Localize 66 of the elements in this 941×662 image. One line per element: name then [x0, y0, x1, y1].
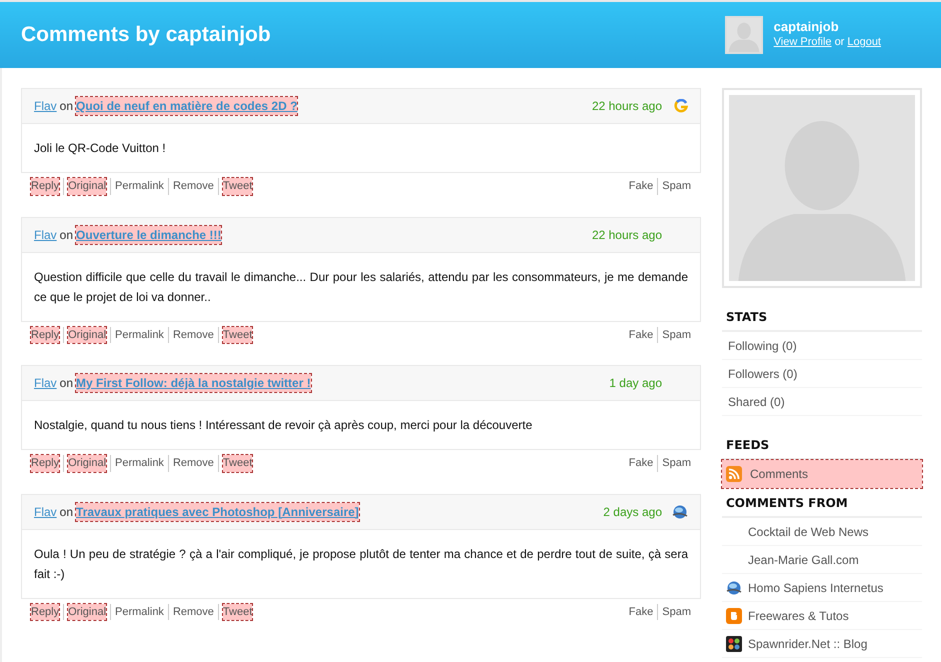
globe-icon	[726, 580, 742, 596]
source-name: Freewares & Tutos	[748, 608, 849, 624]
action-link[interactable]: Tweet	[222, 326, 252, 343]
action-link[interactable]: Reply	[31, 455, 60, 472]
g-logo-icon	[674, 99, 688, 113]
feed-link[interactable]: Comments	[722, 460, 922, 488]
section-heading: COMMENTS FROM	[722, 494, 922, 518]
flag-link[interactable]: Fake	[628, 604, 654, 620]
action-link[interactable]: Remove	[172, 178, 214, 194]
action-link[interactable]: Tweet	[222, 455, 252, 472]
flag-link[interactable]: Fake	[628, 455, 654, 472]
blogger-logo-icon	[726, 608, 742, 624]
action-link[interactable]: Original	[68, 326, 106, 343]
source-link[interactable]: Homo Sapiens Internetus	[722, 574, 922, 602]
source-name: Homo Sapiens Internetus	[748, 580, 884, 596]
flag-link[interactable]: Fake	[628, 326, 654, 343]
comment-text: Nostalgie, quand tu nous tiens ! Intéressant de revoir çà après coup, merci pour la découverte	[33, 417, 534, 434]
comment-text: Question difficile que celle du travail le dimanche... Dur pour les salariés, attendu par les consommateurs, je me demande ce que le projet de loi va donner..	[33, 268, 689, 306]
globe-icon	[672, 504, 688, 520]
action-link[interactable]: Reply	[31, 178, 60, 194]
stat-link[interactable]: Shared (0)	[722, 388, 922, 416]
action-link[interactable]: Reply	[31, 326, 60, 343]
stat-link[interactable]: Followers (0)	[722, 360, 922, 388]
action-link[interactable]: Remove	[172, 326, 214, 343]
action-link[interactable]: Permalink	[115, 604, 164, 620]
action-link[interactable]: Permalink	[115, 455, 164, 472]
action-link[interactable]: Remove	[172, 604, 214, 620]
rss-icon	[726, 466, 742, 482]
source-link[interactable]: Spawnrider.Net :: Blog	[722, 630, 922, 658]
source-name: Spawnrider.Net :: Blog	[748, 636, 868, 652]
action-link[interactable]: Original	[68, 455, 106, 472]
section-heading: STATS	[722, 308, 922, 332]
source-link[interactable]: Freewares & Tutos	[722, 602, 922, 630]
stat-link[interactable]: Following (0)	[722, 332, 922, 360]
action-link[interactable]: Original	[68, 178, 106, 194]
action-link[interactable]: Tweet	[222, 178, 252, 194]
comment-text: Joli le QR-Code Vuitton !	[33, 140, 167, 157]
action-link[interactable]: Remove	[172, 455, 214, 472]
star-logo-icon	[726, 636, 742, 652]
source-link[interactable]: Jean-Marie Gall.com	[722, 546, 922, 574]
action-link[interactable]: Permalink	[115, 326, 164, 343]
time-ago: 22 hours ago	[592, 98, 662, 115]
action-link[interactable]: Permalink	[115, 178, 164, 194]
on-text: on	[60, 98, 74, 115]
avatar-icon	[726, 18, 761, 52]
on-text: on	[60, 375, 74, 392]
on-text: on	[60, 226, 74, 244]
source-link[interactable]: Cocktail de Web News	[722, 518, 922, 546]
comment-text: Oula ! Un peu de stratégie ? çà a l'air compliqué, je propose plutôt de tenter ma chance et de perdre tout de suite, çà sera fait :-)	[33, 546, 689, 582]
flag-link[interactable]: Spam	[662, 604, 691, 620]
flag-link[interactable]: Spam	[662, 455, 691, 472]
username: captainjob	[774, 19, 840, 34]
time-ago: 1 day ago	[609, 375, 662, 392]
on-text: on	[60, 504, 74, 520]
flag-link[interactable]: Spam	[662, 178, 691, 194]
action-link[interactable]: Tweet	[222, 604, 252, 620]
action-link[interactable]: Original	[68, 604, 106, 620]
flag-link[interactable]: Spam	[662, 326, 691, 343]
flag-link[interactable]: Fake	[628, 178, 654, 194]
or-text: or	[834, 35, 844, 50]
time-ago: 22 hours ago	[592, 226, 662, 244]
time-ago: 2 days ago	[603, 504, 662, 520]
source-name: Jean-Marie Gall.com	[748, 552, 859, 568]
page-title: Comments by captainjob	[21, 22, 271, 48]
source-name: Cocktail de Web News	[748, 524, 868, 540]
action-link[interactable]: Reply	[31, 604, 60, 620]
